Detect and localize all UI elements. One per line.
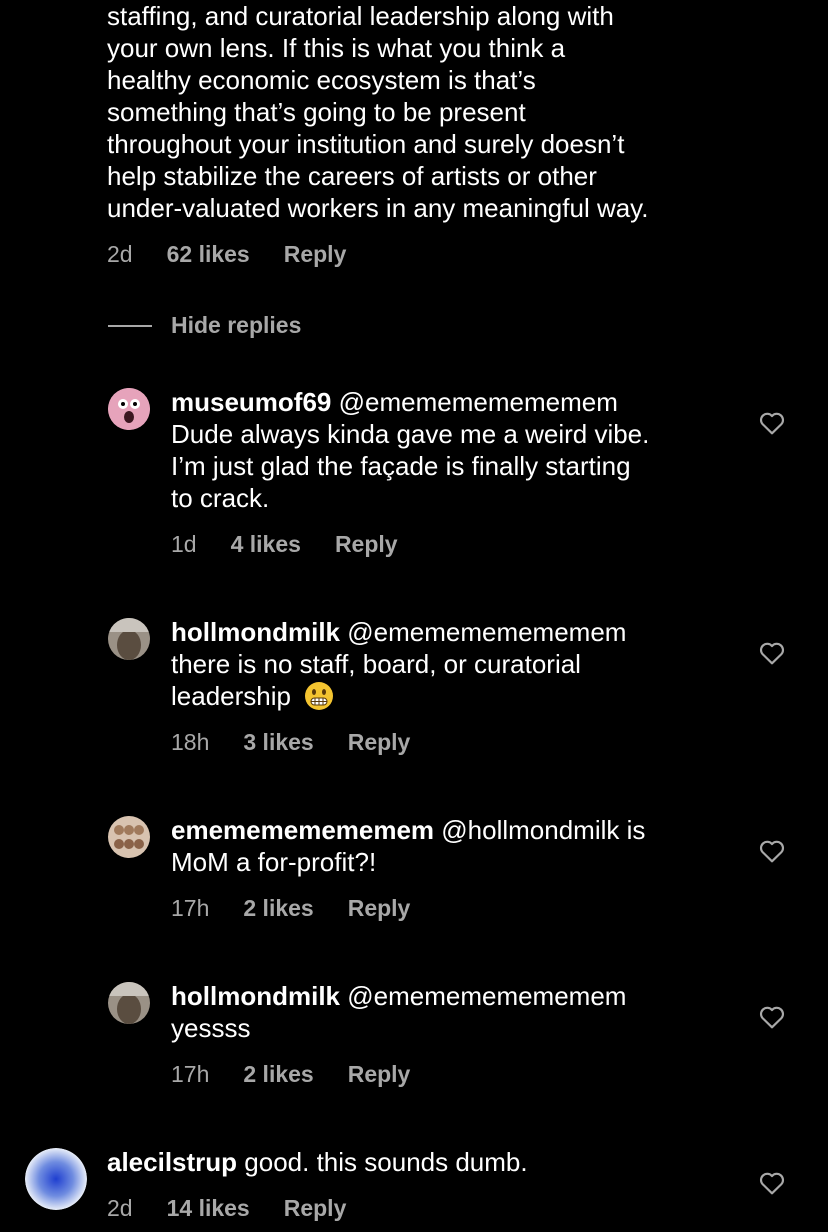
hide-replies-label: Hide replies <box>171 312 302 338</box>
username[interactable]: hollmondmilk <box>171 981 340 1011</box>
heart-outline-icon[interactable] <box>759 839 785 863</box>
avatar[interactable] <box>108 982 150 1024</box>
hide-replies-button[interactable]: Hide replies <box>108 312 301 339</box>
photo-avatar-icon <box>108 618 150 660</box>
comment-line: I’m just glad the façade is finally star… <box>171 451 631 481</box>
top-comment-meta: 2d 62 likes Reply <box>107 241 346 268</box>
likes-count[interactable]: 2 likes <box>243 1061 313 1088</box>
mention[interactable]: @ememememememem <box>347 617 626 647</box>
comment-time: 17h <box>171 1061 210 1087</box>
username[interactable]: ememememememem <box>171 815 434 845</box>
reply-comment: ememememememem @hollmondmilk is MoM a fo… <box>171 814 645 878</box>
comment-line: to crack. <box>171 483 270 513</box>
comment-line: leadership <box>171 681 291 711</box>
comment-header: hollmondmilk @ememememememem <box>171 980 626 1012</box>
comment-line: Dude always kinda gave me a weird vibe. <box>171 419 650 449</box>
heart-outline-icon[interactable] <box>759 1171 785 1195</box>
comment-header: ememememememem @hollmondmilk is <box>171 814 645 846</box>
divider-line <box>108 324 152 327</box>
comment-time: 17h <box>171 895 210 921</box>
username[interactable]: alecilstrup <box>107 1147 237 1177</box>
comment-line: there is no staff, board, or curatorial <box>171 649 581 679</box>
comment-line: MoM a for-profit?! <box>171 847 377 877</box>
comment-time: 1d <box>171 531 197 557</box>
comment-line-with-emoji: leadership <box>171 680 626 712</box>
comment-meta: 2d 14 likes Reply <box>107 1195 346 1222</box>
comment-line: under-valuated workers in any meaningful… <box>107 193 649 223</box>
heart-outline-icon[interactable] <box>759 411 785 435</box>
heart-outline-icon[interactable] <box>759 1005 785 1029</box>
heart-outline-icon[interactable] <box>759 641 785 665</box>
username[interactable]: museumof69 <box>171 387 331 417</box>
comment-line: healthy economic ecosystem is that’s <box>107 65 536 95</box>
likes-count[interactable]: 14 likes <box>167 1195 250 1222</box>
avatar[interactable] <box>108 388 150 430</box>
reply-button[interactable]: Reply <box>284 241 347 268</box>
comment-header: museumof69 @ememememememem <box>171 386 649 418</box>
username[interactable]: hollmondmilk <box>171 617 340 647</box>
avatar[interactable] <box>108 618 150 660</box>
likes-count[interactable]: 4 likes <box>231 531 301 558</box>
comment-line: staffing, and curatorial leadership alon… <box>107 1 614 31</box>
photo-avatar-icon <box>108 982 150 1024</box>
photo-avatar-icon <box>108 816 150 858</box>
comment-line: your own lens. If this is what you think… <box>107 33 566 63</box>
avatar[interactable] <box>25 1148 87 1210</box>
reply-button[interactable]: Reply <box>348 1061 411 1088</box>
comment-line: throughout your institution and surely d… <box>107 129 625 159</box>
mention[interactable]: @hollmondmilk <box>441 815 619 845</box>
comment-text: good. this sounds dumb. <box>244 1147 528 1177</box>
likes-count[interactable]: 3 likes <box>243 729 313 756</box>
comment-text: is <box>626 815 646 845</box>
blue-gradient-avatar-icon <box>25 1148 87 1210</box>
mention[interactable]: @ememememememem <box>347 981 626 1011</box>
reply-button[interactable]: Reply <box>284 1195 347 1222</box>
likes-count[interactable]: 2 likes <box>243 895 313 922</box>
comment-time: 18h <box>171 729 210 755</box>
comment-header: hollmondmilk @ememememememem <box>171 616 626 648</box>
comment-line: something that’s going to be present <box>107 97 526 127</box>
reply-meta: 1d 4 likes Reply <box>171 531 398 558</box>
reply-button[interactable]: Reply <box>348 729 411 756</box>
grimacing-face-emoji <box>305 682 334 710</box>
likes-count[interactable]: 62 likes <box>167 241 250 268</box>
reply-meta: 18h 3 likes Reply <box>171 729 410 756</box>
mention[interactable]: @ememememememem <box>339 387 618 417</box>
reply-button[interactable]: Reply <box>335 531 398 558</box>
comment-time: 2d <box>107 1195 133 1221</box>
top-comment-text: staffing, and curatorial leadership alon… <box>107 0 648 224</box>
pink-face-icon <box>108 388 150 430</box>
reply-button[interactable]: Reply <box>348 895 411 922</box>
reply-comment: hollmondmilk @ememememememem yessss <box>171 980 626 1044</box>
reply-comment: museumof69 @ememememememem Dude always k… <box>171 386 649 514</box>
comment-time: 2d <box>107 241 133 267</box>
reply-comment: hollmondmilk @ememememememem there is no… <box>171 616 626 712</box>
reply-meta: 17h 2 likes Reply <box>171 1061 410 1088</box>
comment: alecilstrup good. this sounds dumb. <box>107 1146 528 1178</box>
reply-meta: 17h 2 likes Reply <box>171 895 410 922</box>
avatar[interactable] <box>108 816 150 858</box>
comment-line: yessss <box>171 1013 251 1043</box>
comment-line: help stabilize the careers of artists or… <box>107 161 597 191</box>
